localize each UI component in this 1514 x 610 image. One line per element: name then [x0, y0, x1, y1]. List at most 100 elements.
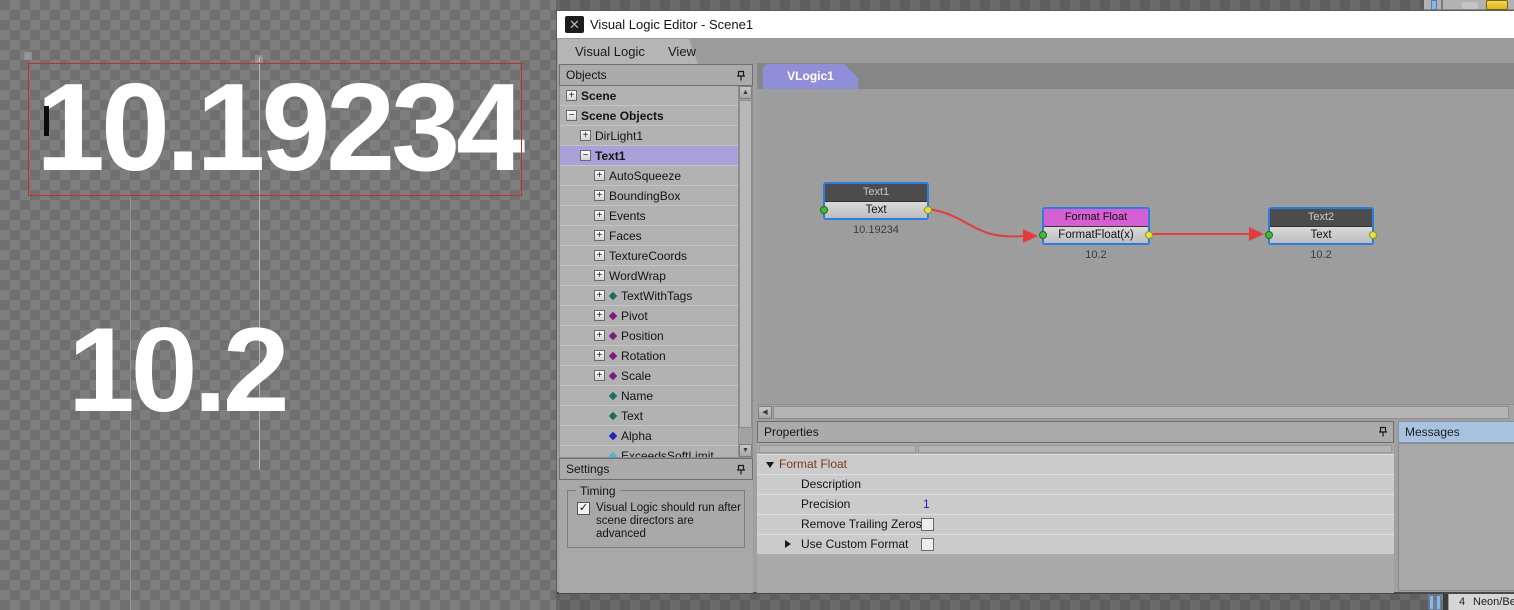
tree-item-name[interactable]: Name: [560, 386, 738, 406]
expand-icon[interactable]: +: [594, 330, 605, 341]
property-row-precision[interactable]: Precision 1: [757, 494, 1394, 514]
toolbar-button[interactable]: [1462, 2, 1478, 9]
expand-icon[interactable]: +: [566, 90, 577, 101]
pin-icon[interactable]: [1377, 426, 1389, 438]
scrollbar-fragment[interactable]: [1436, 595, 1441, 610]
node-connections: [928, 208, 1264, 243]
expand-icon[interactable]: +: [594, 230, 605, 241]
tree-item-exceedssoftlimit[interactable]: ExceedsSoftLimit: [560, 446, 738, 457]
tree-item-dirlight1[interactable]: + DirLight1: [560, 126, 738, 146]
properties-column-header-name[interactable]: [759, 445, 916, 453]
input-port-icon[interactable]: [820, 206, 828, 214]
use-custom-format-checkbox[interactable]: [921, 538, 934, 551]
output-port-icon[interactable]: [1145, 231, 1153, 239]
property-row-use-custom-format[interactable]: Use Custom Format: [757, 534, 1394, 554]
properties-column-header-value[interactable]: [918, 445, 1392, 453]
graph-horizontal-scrollbar[interactable]: ◀: [757, 404, 1514, 419]
output-port-icon[interactable]: [1369, 231, 1377, 239]
timing-checkbox[interactable]: ✓: [577, 502, 590, 515]
scrollbar-fragment[interactable]: [1429, 595, 1434, 610]
selection-handle-topleft[interactable]: [24, 52, 32, 60]
input-port-icon[interactable]: [1039, 231, 1047, 239]
tree-item-boundingbox[interactable]: + BoundingBox: [560, 186, 738, 206]
remove-trailing-zeros-checkbox[interactable]: [921, 518, 934, 531]
expand-icon[interactable]: +: [594, 350, 605, 361]
node-text2[interactable]: Text2 Text: [1265, 207, 1377, 245]
tree-item-events[interactable]: + Events: [560, 206, 738, 226]
property-diamond-icon: [608, 371, 618, 381]
status-style-label: Neon/Bev: [1473, 596, 1514, 608]
expand-icon[interactable]: +: [594, 170, 605, 181]
graph-scrollbar-thumb[interactable]: [773, 406, 1509, 419]
tree-item-text1[interactable]: − Text1: [560, 146, 738, 166]
tree-item-scene[interactable]: + Scene: [560, 86, 738, 106]
settings-panel-body: Timing ✓ Visual Logic should run after s…: [559, 480, 753, 570]
node-format-float[interactable]: Format Float FormatFloat(x): [1039, 207, 1153, 245]
tree-item-textwithtags[interactable]: + TextWithTags: [560, 286, 738, 306]
scroll-down-icon[interactable]: ▼: [739, 444, 752, 457]
tree-item-wordwrap[interactable]: + WordWrap: [560, 266, 738, 286]
title-bar[interactable]: ✕ Visual Logic Editor - Scene1: [557, 11, 1514, 39]
category-collapsed-icon[interactable]: [785, 540, 791, 548]
node-text1-title[interactable]: Text1: [825, 184, 927, 201]
tree-item-alpha[interactable]: Alpha: [560, 426, 738, 446]
scene-text-object-2[interactable]: 10.2: [68, 305, 290, 435]
expand-icon[interactable]: +: [594, 190, 605, 201]
node-text1-slot[interactable]: Text: [825, 201, 927, 218]
tree-item-faces[interactable]: + Faces: [560, 226, 738, 246]
node-format-float-value: 10.2: [1085, 249, 1107, 261]
expand-icon[interactable]: +: [580, 130, 591, 141]
tree-item-scene-objects[interactable]: − Scene Objects: [560, 106, 738, 126]
tree-item-pivot[interactable]: + Pivot: [560, 306, 738, 326]
selection-handle-topcenter[interactable]: [255, 55, 263, 63]
property-diamond-icon: [608, 311, 618, 321]
messages-panel-header[interactable]: Messages: [1398, 421, 1514, 443]
precision-value[interactable]: 1: [923, 495, 930, 514]
node-text2-title[interactable]: Text2: [1270, 209, 1372, 226]
tree-item-scale[interactable]: + Scale: [560, 366, 738, 386]
graph-tab-strip: VLogic1: [757, 63, 1514, 89]
tree-item-position[interactable]: + Position: [560, 326, 738, 346]
settings-panel-header[interactable]: Settings: [559, 458, 753, 480]
node-format-float-title[interactable]: Format Float: [1044, 209, 1148, 226]
graph-canvas[interactable]: Text1 Text 10.19234 Format Float FormatF…: [757, 89, 1514, 404]
expand-icon[interactable]: +: [594, 270, 605, 281]
timing-checkbox-label[interactable]: Visual Logic should run after scene dire…: [596, 502, 744, 541]
pin-icon[interactable]: [735, 464, 747, 476]
selection-rectangle[interactable]: [28, 63, 522, 196]
tab-vlogic1[interactable]: VLogic1: [763, 64, 858, 89]
menu-item-view[interactable]: View: [668, 39, 696, 64]
status-bar-fragment: 4 Neon/Bev: [1448, 594, 1514, 610]
property-category-row[interactable]: Format Float: [757, 454, 1394, 474]
scroll-left-icon[interactable]: ◀: [758, 406, 772, 419]
property-row-remove-trailing-zeros[interactable]: Remove Trailing Zeros: [757, 514, 1394, 534]
output-port-icon[interactable]: [924, 206, 932, 214]
expand-icon[interactable]: +: [594, 210, 605, 221]
properties-panel-header[interactable]: Properties: [757, 421, 1394, 443]
tree-item-autosqueeze[interactable]: + AutoSqueeze: [560, 166, 738, 186]
collapse-icon[interactable]: −: [566, 110, 577, 121]
tree-item-texturecoords[interactable]: + TextureCoords: [560, 246, 738, 266]
property-row-description[interactable]: Description: [757, 474, 1394, 494]
category-expanded-icon[interactable]: [766, 462, 774, 468]
background-toolbar-fragment: [1424, 0, 1514, 10]
screen: 10.19234 10.2 4 Neon/Bev ✕ Visual Logic …: [0, 0, 1514, 610]
tree-item-text[interactable]: Text: [560, 406, 738, 426]
node-text2-slot[interactable]: Text: [1270, 226, 1372, 243]
menu-item-visual-logic[interactable]: Visual Logic: [575, 39, 645, 64]
tree-item-rotation[interactable]: + Rotation: [560, 346, 738, 366]
pin-icon[interactable]: [735, 70, 747, 82]
expand-icon[interactable]: +: [594, 310, 605, 321]
expand-icon[interactable]: +: [594, 290, 605, 301]
scroll-up-icon[interactable]: ▲: [739, 86, 752, 99]
input-port-icon[interactable]: [1265, 231, 1273, 239]
node-format-float-slot[interactable]: FormatFloat(x): [1044, 226, 1148, 243]
objects-panel-header[interactable]: Objects: [559, 64, 753, 86]
collapse-icon[interactable]: −: [580, 150, 591, 161]
expand-icon[interactable]: +: [594, 370, 605, 381]
node-text1[interactable]: Text1 Text: [820, 182, 932, 220]
tree-scrollbar[interactable]: ▲ ▼: [738, 86, 752, 457]
expand-icon[interactable]: +: [594, 250, 605, 261]
folder-icon[interactable]: [1486, 0, 1508, 10]
tree-scrollbar-thumb[interactable]: [739, 100, 752, 428]
